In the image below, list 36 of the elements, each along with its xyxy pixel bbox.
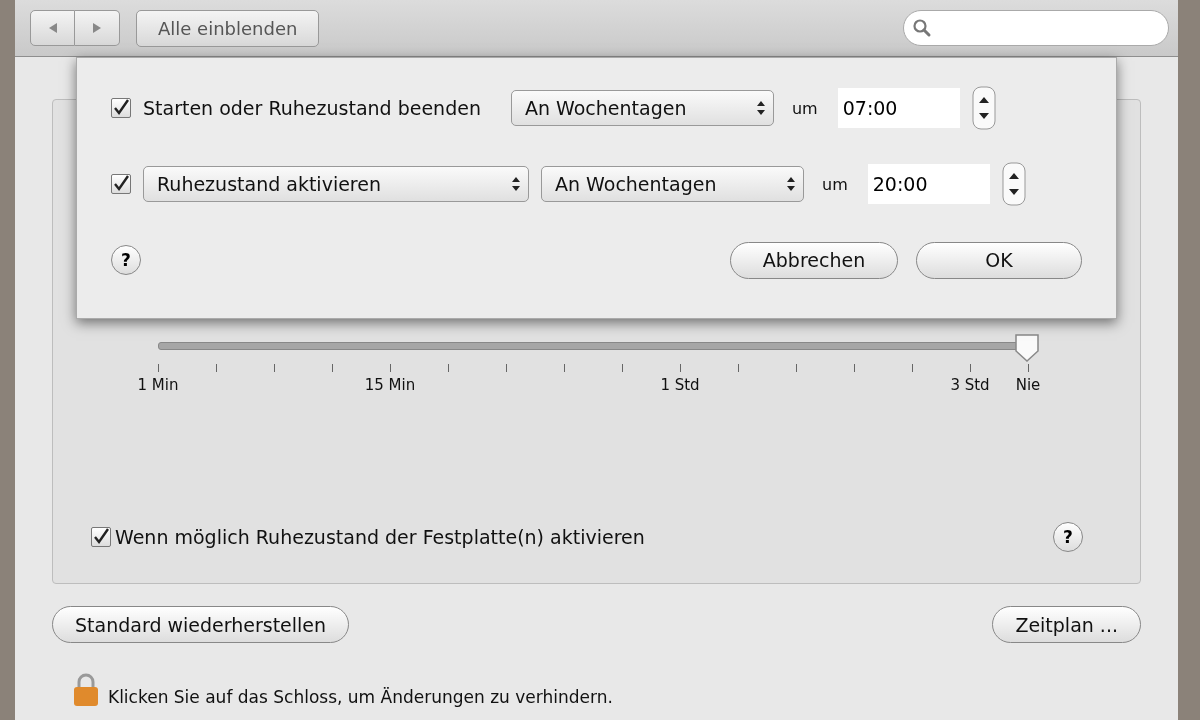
- days-popup[interactable]: An Wochentagen: [541, 166, 804, 202]
- checkbox[interactable]: [111, 98, 131, 118]
- display-sleep-slider[interactable]: 1 Min 15 Min 1 Std 3 Std Nie: [128, 332, 1058, 416]
- show-all-button[interactable]: Alle einblenden: [136, 9, 320, 47]
- at-label: um: [822, 174, 848, 194]
- push-button[interactable]: Abbrechen: [730, 241, 898, 279]
- forward-button[interactable]: [75, 10, 120, 46]
- lock-message: Klicken Sie auf das Schloss, um Änderungen zu verhindern.: [108, 687, 613, 707]
- days-popup[interactable]: An Wochentagen: [510, 90, 774, 126]
- up-down-arrows-icon: [510, 175, 522, 193]
- back-button[interactable]: [30, 10, 75, 46]
- push-button[interactable]: Standard wiederherstellen: [52, 606, 350, 643]
- scale-label: 1 Std: [660, 376, 700, 394]
- time-field[interactable]: 07:00: [837, 88, 960, 128]
- push-button[interactable]: OK: [916, 241, 1082, 279]
- slider-thumb[interactable]: [1014, 333, 1040, 363]
- checkbox[interactable]: [91, 527, 111, 547]
- push-button[interactable]: Zeitplan ...: [992, 606, 1141, 643]
- at-label: um: [791, 98, 818, 118]
- scale-label: 1 Min: [137, 376, 179, 394]
- checkbox-label: Starten oder Ruhezustand beenden: [143, 97, 481, 119]
- stepper-control[interactable]: [971, 86, 996, 130]
- up-down-arrows-icon: [785, 175, 797, 193]
- scale-label: 15 Min: [364, 376, 416, 394]
- help-button[interactable]: ?: [111, 245, 141, 275]
- stepper-control[interactable]: [1001, 162, 1026, 206]
- scale-label: Nie: [1015, 376, 1041, 394]
- action-popup[interactable]: Ruhezustand aktivieren: [143, 166, 529, 202]
- time-field[interactable]: 20:00: [867, 164, 990, 204]
- up-down-arrows-icon: [754, 99, 767, 117]
- scale-label: 3 Std: [950, 376, 990, 394]
- help-button[interactable]: ?: [1053, 522, 1083, 552]
- search-icon: [912, 18, 932, 38]
- search-field[interactable]: [903, 10, 1169, 46]
- checkbox-label: Wenn möglich Ruhezustand der Festplatte(n) aktivieren: [115, 526, 645, 548]
- checkbox[interactable]: [111, 174, 131, 194]
